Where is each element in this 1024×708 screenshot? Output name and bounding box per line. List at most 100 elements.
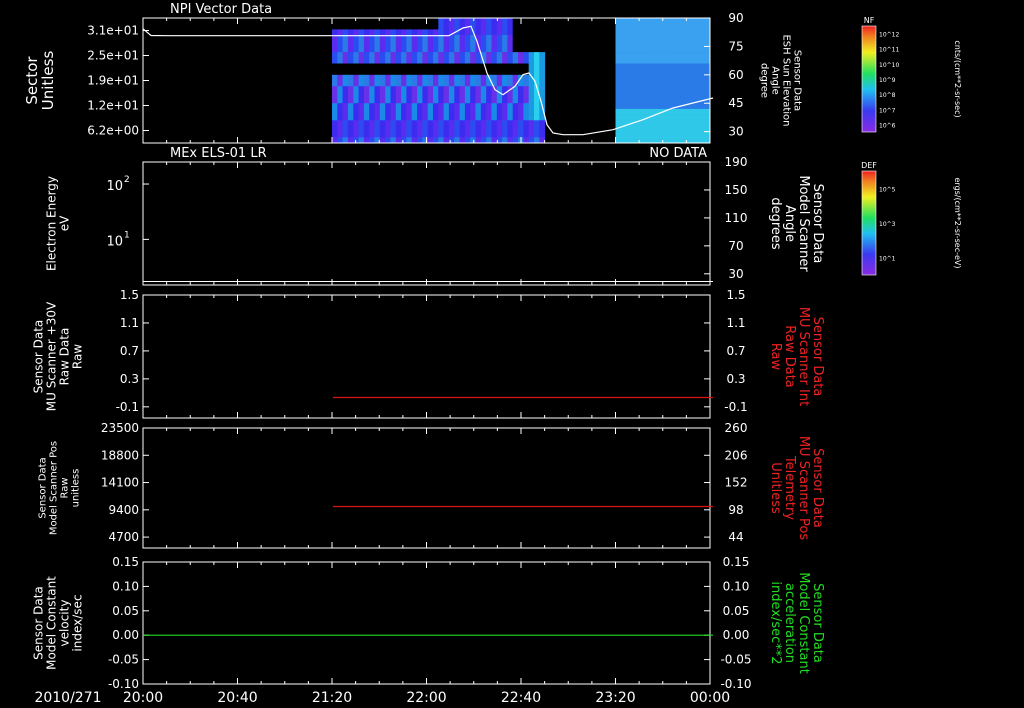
heatmap-cell (374, 131, 381, 138)
heatmap-cell (496, 120, 503, 127)
heatmap-cell (702, 18, 711, 24)
heatmap-cell (422, 137, 429, 144)
heatmap-cell (385, 114, 391, 121)
heatmap-cell (406, 108, 413, 115)
heatmap-cell (433, 91, 439, 98)
heatmap-cell (662, 57, 672, 64)
heatmap-cell (417, 23, 423, 30)
heatmap-cell (702, 46, 711, 53)
heatmap-cell (502, 108, 508, 115)
heatmap-cell (491, 97, 498, 104)
heatmap-cell (502, 120, 508, 127)
heatmap-cell (686, 18, 695, 24)
heatmap-cell (337, 131, 344, 138)
heatmap-cell (454, 114, 461, 121)
heatmap-cell (395, 80, 402, 87)
heatmap-cell (518, 126, 524, 132)
heatmap-cell (395, 18, 402, 24)
heatmap-cell (507, 97, 514, 104)
heatmap-cell (459, 131, 466, 138)
heatmap-cell (347, 69, 354, 76)
y2-tick-label: 0.7 (726, 344, 745, 358)
heatmap-cell (390, 18, 397, 24)
heatmap-cell (443, 103, 450, 110)
heatmap-cell (662, 120, 672, 127)
heatmap-cell (702, 86, 711, 93)
heatmap-cell (486, 97, 492, 104)
heatmap-cell (702, 35, 711, 41)
heatmap-cell (507, 126, 514, 132)
heatmap-cell (395, 86, 402, 93)
y2-tick-label: 98 (728, 503, 743, 517)
heatmap-cell (337, 74, 344, 81)
heatmap-cell (470, 137, 476, 144)
heatmap-cell (369, 103, 375, 110)
heatmap-cell (363, 103, 370, 110)
heatmap-cell (662, 114, 672, 121)
y2-tick-label: 150 (725, 183, 748, 197)
heatmap-cell (507, 57, 514, 64)
heatmap-cell (528, 57, 535, 64)
heatmap-cell (647, 29, 656, 36)
heatmap-cell (433, 80, 439, 87)
heatmap-cell (647, 126, 656, 132)
heatmap-cell (686, 114, 695, 121)
heatmap-cell (647, 137, 656, 144)
heatmap-cell (496, 131, 503, 138)
heatmap-cell (433, 18, 439, 24)
heatmap-cell (702, 114, 711, 121)
x-tick-label: 20:40 (217, 690, 257, 706)
heatmap-cell (523, 126, 530, 132)
heatmap-cell (411, 69, 418, 76)
heatmap-cell (496, 57, 503, 64)
y2-tick-label: 0.10 (723, 579, 750, 593)
heatmap-cell (422, 40, 429, 47)
heatmap-cell (486, 91, 492, 98)
heatmap-cell (342, 63, 349, 70)
heatmap-cell (475, 74, 482, 81)
y2-tick-label: -0.05 (720, 653, 751, 667)
heatmap-cell (480, 29, 487, 36)
heatmap-cell (639, 18, 648, 24)
heatmap-cell (390, 137, 397, 144)
heatmap-cell (615, 40, 624, 47)
y-axis-title-line: MU Scanner +30V (45, 301, 59, 411)
heatmap-cell (694, 114, 703, 121)
heatmap-cell (347, 137, 354, 144)
heatmap-cell (475, 108, 482, 115)
heatmap-cell (433, 137, 439, 144)
y2-axis-title-line: Raw (768, 343, 783, 371)
heatmap-cell (480, 137, 487, 144)
y-axis-title-line: Electron Energy (45, 176, 59, 271)
heatmap-cell (417, 126, 423, 132)
heatmap-cell (411, 57, 418, 64)
heatmap-cell (411, 29, 418, 36)
heatmap-cell (443, 74, 450, 81)
heatmap-cell (534, 103, 540, 110)
heatmap-cell (475, 103, 482, 110)
heatmap-cell (454, 80, 461, 87)
heatmap-cell (654, 35, 664, 41)
heatmap-cell (523, 29, 530, 36)
heatmap-cell (427, 137, 434, 144)
x-tick-label: 00:00 (690, 690, 730, 706)
y-axis-title-line: index/sec (71, 594, 85, 651)
heatmap-cell (528, 18, 535, 24)
heatmap-cell (332, 52, 338, 59)
heatmap-cell (417, 69, 423, 76)
heatmap-cell (639, 35, 648, 41)
heatmap-cell (702, 126, 711, 132)
heatmap-cell (480, 114, 487, 121)
heatmap-cell (639, 91, 648, 98)
heatmap-cell (475, 63, 482, 70)
heatmap-cell (374, 40, 381, 47)
heatmap-cell (475, 97, 482, 104)
heatmap-cell (639, 23, 648, 30)
heatmap-cell (438, 103, 445, 110)
heatmap-cell (623, 40, 632, 47)
heatmap-cell (615, 108, 624, 115)
y2-tick-label: 0.3 (726, 372, 745, 386)
heatmap-cell (374, 57, 381, 64)
heatmap-cell (433, 114, 439, 121)
heatmap-cell (654, 23, 664, 30)
